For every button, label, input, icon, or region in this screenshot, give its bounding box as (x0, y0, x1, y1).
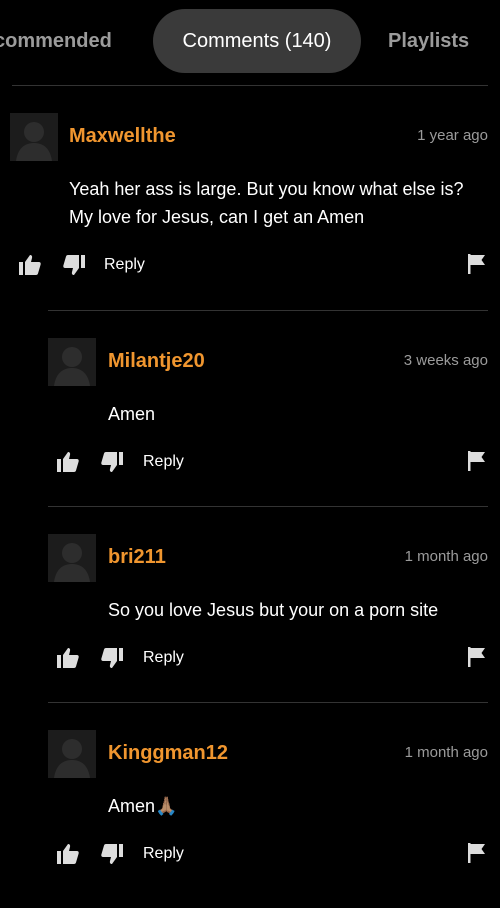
divider (48, 506, 488, 507)
reply-button[interactable]: Reply (143, 845, 184, 863)
default-avatar-icon[interactable] (10, 113, 58, 161)
comment-text: Yeah her ass is large. But you know what… (69, 179, 464, 227)
divider (48, 702, 488, 703)
comment-username[interactable]: Milantje20 (108, 350, 205, 373)
default-avatar-icon[interactable] (48, 730, 96, 778)
tab-comments[interactable]: Comments (140) (153, 9, 361, 73)
comment-username[interactable]: Kinggman12 (108, 742, 228, 765)
thumbs-up-icon[interactable] (56, 646, 80, 670)
thumbs-up-icon[interactable] (18, 253, 42, 277)
flag-icon[interactable] (466, 646, 488, 668)
tab-recommended[interactable]: commended (0, 9, 112, 73)
flag-icon[interactable] (466, 253, 488, 275)
comment-text: Amen (108, 404, 156, 424)
comment-username[interactable]: Maxwellthe (69, 125, 176, 148)
comment-username[interactable]: bri211 (108, 546, 166, 569)
comment-text: Amen🙏🏽 (108, 796, 178, 816)
thumbs-down-icon[interactable] (100, 646, 124, 670)
flag-icon[interactable] (466, 842, 488, 864)
divider (48, 310, 488, 311)
comment-actions: Reply (56, 450, 488, 478)
comment-timestamp: 3 weeks ago (403, 352, 488, 369)
comment-timestamp: 1 year ago (417, 127, 488, 144)
comment-actions: Reply (56, 646, 488, 674)
comment-text: So you love Jesus but your on a porn sit… (108, 600, 439, 620)
comment-timestamp: 1 month ago (404, 744, 488, 761)
tab-bar: commended Comments (140) Playlists (0, 0, 500, 84)
thumbs-down-icon[interactable] (100, 450, 124, 474)
divider (12, 85, 488, 86)
comment-actions: Reply (18, 253, 488, 281)
comment-timestamp: 1 month ago (404, 548, 488, 565)
tab-playlists[interactable]: Playlists (388, 9, 469, 73)
thumbs-down-icon[interactable] (62, 253, 86, 277)
reply-comment: Milantje20 3 weeks ago Amen Reply (48, 338, 500, 498)
default-avatar-icon[interactable] (48, 338, 96, 386)
thumbs-up-icon[interactable] (56, 842, 80, 866)
comment-actions: Reply (56, 842, 488, 870)
thumbs-down-icon[interactable] (100, 842, 124, 866)
thumbs-up-icon[interactable] (56, 450, 80, 474)
reply-button[interactable]: Reply (104, 256, 145, 274)
comment: Maxwellthe 1 year ago Yeah her ass is la… (10, 113, 500, 303)
reply-comment: Kinggman12 1 month ago Amen🙏🏽 Reply (48, 730, 500, 890)
reply-button[interactable]: Reply (143, 453, 184, 471)
reply-comment: bri211 1 month ago So you love Jesus but… (48, 534, 500, 694)
reply-button[interactable]: Reply (143, 649, 184, 667)
flag-icon[interactable] (466, 450, 488, 472)
default-avatar-icon[interactable] (48, 534, 96, 582)
